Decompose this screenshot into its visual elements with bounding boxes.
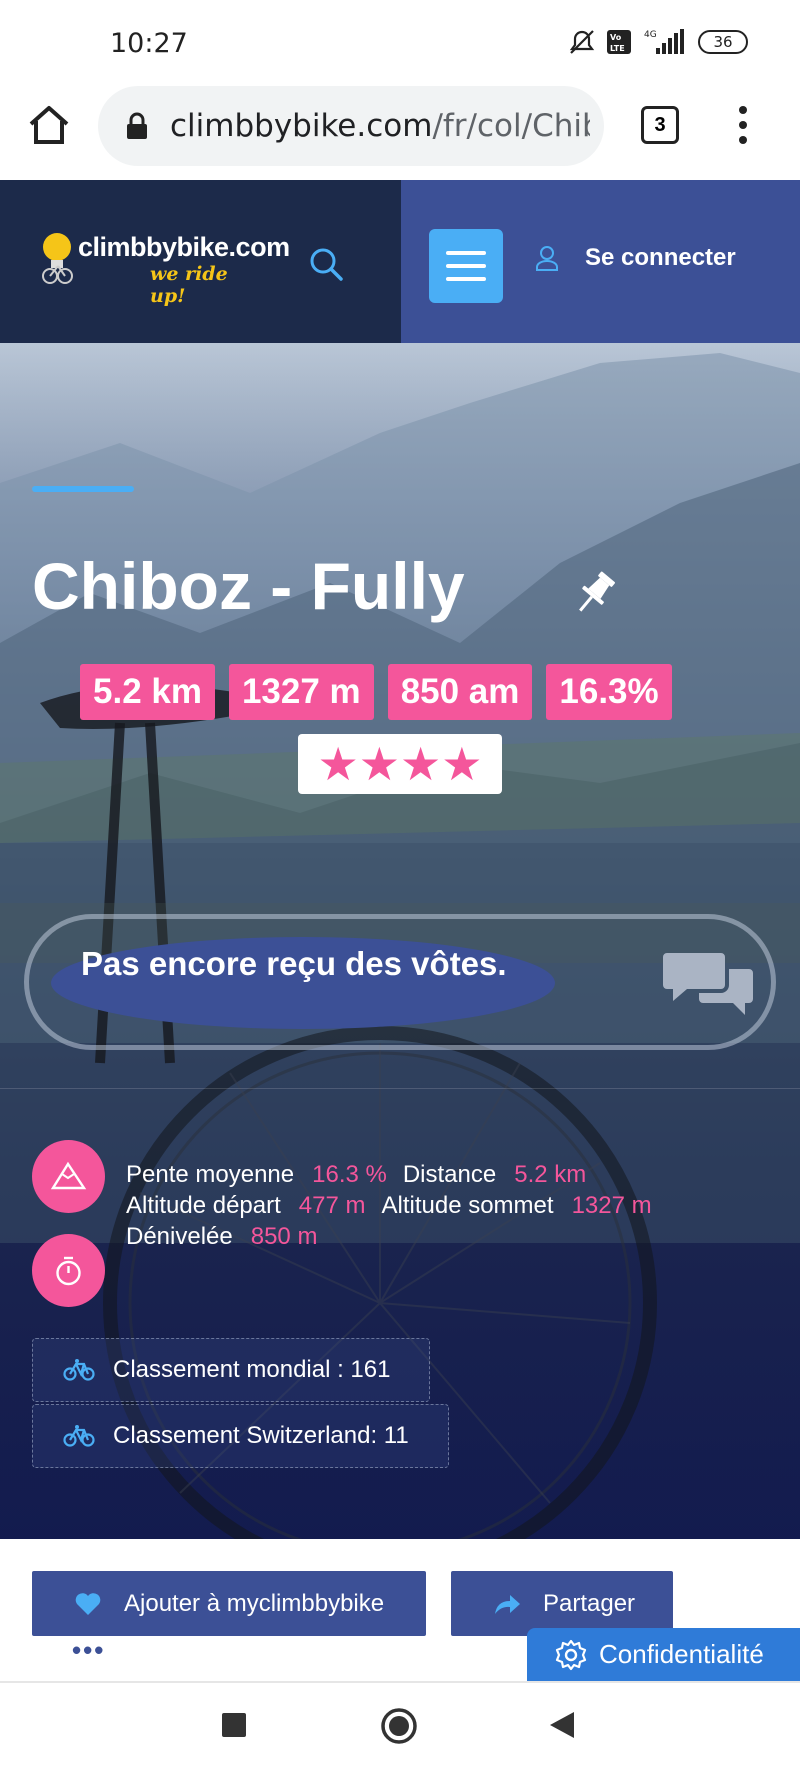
alt-sommet-value: 1327 m xyxy=(571,1192,652,1219)
hamburger-menu-button[interactable] xyxy=(429,229,503,303)
rating-stars: ★★★★ xyxy=(298,734,502,794)
logo-text: climbbybike.com xyxy=(78,232,290,262)
url-bar[interactable]: climbbybike.com/fr/col/Chib xyxy=(98,86,604,166)
browser-toolbar: climbbybike.com/fr/col/Chib 3 xyxy=(0,86,800,180)
vote-box: Pas encore reçu des vôtes. xyxy=(24,914,776,1050)
hamburger-bar xyxy=(446,277,486,281)
hero-section: Chiboz - Fully 5.2 km 1327 m 850 am 16.3… xyxy=(0,343,800,1539)
bicycle-icon xyxy=(63,1425,95,1447)
stat-distance-badge: 5.2 km xyxy=(80,664,215,720)
signal-icon: 4G xyxy=(644,29,684,54)
alt-sommet-label: Altitude sommet xyxy=(381,1192,554,1219)
url-text[interactable]: climbbybike.com/fr/col/Chib xyxy=(170,108,590,144)
url-domain: climbbybike.com xyxy=(170,108,433,144)
stat-altitude-badge: 1327 m xyxy=(228,664,374,720)
alt-depart-label: Altitude départ xyxy=(126,1192,281,1219)
tab-switcher-button[interactable]: 3 xyxy=(641,106,679,144)
hamburger-bar xyxy=(446,264,486,268)
denivelee-value: 850 m xyxy=(250,1223,318,1250)
status-icons: Vo LTE 4G 36 xyxy=(568,28,748,56)
share-button[interactable]: Partager xyxy=(451,1571,673,1636)
specs-row: Dénivelée 850 m xyxy=(126,1221,668,1252)
svg-text:LTE: LTE xyxy=(610,44,625,53)
status-time: 10:27 xyxy=(110,28,188,59)
ranking-country-label: Classement Switzerland: 11 xyxy=(113,1422,409,1449)
specs-row: Altitude départ 477 m Altitude sommet 1327 … xyxy=(126,1190,668,1221)
volte-icon: Vo LTE xyxy=(607,30,631,54)
stat-elevation-badge: 850 am xyxy=(387,664,533,720)
logo-tagline: we ride up! xyxy=(150,263,228,307)
pin-icon[interactable] xyxy=(570,568,620,618)
back-triangle-icon[interactable] xyxy=(548,1711,576,1739)
home-icon[interactable] xyxy=(26,102,72,148)
battery-icon: 36 xyxy=(698,30,748,54)
alt-depart-value: 477 m xyxy=(298,1192,366,1219)
login-link[interactable]: Se connecter xyxy=(535,244,736,272)
more-vert-icon[interactable] xyxy=(728,102,758,148)
hamburger-bar xyxy=(446,251,486,255)
pente-label: Pente moyenne xyxy=(126,1161,295,1188)
network-label: 4G xyxy=(644,30,657,40)
android-nav-bar xyxy=(0,1681,800,1778)
climb-specs: Pente moyenne 16.3 % Distance 5.2 km Altitu… xyxy=(126,1159,668,1252)
site-header: climbbybike.com we ride up! Se connecter xyxy=(0,180,800,343)
login-label: Se connecter xyxy=(585,244,736,271)
mute-icon xyxy=(569,30,595,54)
bicycle-icon xyxy=(63,1359,95,1381)
lock-icon xyxy=(127,112,147,139)
heart-icon xyxy=(75,1592,101,1615)
status-bar: 10:27 Vo LTE 4G 36 xyxy=(0,0,800,86)
header-right: Se connecter xyxy=(401,180,800,343)
recents-square-icon[interactable] xyxy=(222,1713,246,1737)
action-bar: Ajouter à myclimbbybike Partager ••• Con… xyxy=(0,1539,800,1681)
url-path: /fr/col/Chib xyxy=(432,108,590,144)
home-circle-icon[interactable] xyxy=(380,1707,418,1745)
specs-row: Pente moyenne 16.3 % Distance 5.2 km xyxy=(126,1159,668,1190)
search-icon[interactable] xyxy=(308,246,344,282)
svg-text:Vo: Vo xyxy=(610,33,622,42)
ranking-world-label: Classement mondial : 161 xyxy=(113,1356,391,1383)
ranking-world[interactable]: Classement mondial : 161 xyxy=(32,1338,430,1402)
vote-message: Pas encore reçu des vôtes. xyxy=(81,945,507,982)
comments-icon[interactable] xyxy=(663,949,753,1021)
pente-value: 16.3 % xyxy=(312,1161,387,1188)
bulb-logo-icon xyxy=(42,233,73,284)
add-favorite-label: Ajouter à myclimbbybike xyxy=(124,1589,385,1617)
header-left: climbbybike.com we ride up! xyxy=(0,180,401,343)
mountain-icon xyxy=(32,1140,105,1213)
add-favorite-button[interactable]: Ajouter à myclimbbybike xyxy=(32,1571,426,1636)
distance-value: 5.2 km xyxy=(514,1161,587,1188)
denivelee-label: Dénivelée xyxy=(126,1223,233,1250)
site-logo[interactable]: climbbybike.com we ride up! xyxy=(38,230,290,307)
gear-icon xyxy=(555,1639,587,1670)
privacy-button[interactable]: Confidentialité xyxy=(527,1628,800,1681)
stat-gradient-badge: 16.3% xyxy=(546,664,672,720)
share-label: Partager xyxy=(543,1589,636,1617)
climb-stats: 5.2 km 1327 m 850 am 16.3% xyxy=(80,664,672,720)
privacy-label: Confidentialité xyxy=(599,1639,764,1669)
ranking-country[interactable]: Classement Switzerland: 11 xyxy=(32,1404,449,1468)
more-dots[interactable]: ••• xyxy=(72,1635,105,1666)
user-icon xyxy=(536,246,558,271)
timer-icon xyxy=(32,1234,105,1307)
divider xyxy=(0,1088,800,1089)
title-accent-line xyxy=(32,486,134,492)
page-title: Chiboz - Fully xyxy=(32,549,465,623)
distance-label: Distance xyxy=(402,1161,497,1188)
share-arrow-icon xyxy=(495,1594,520,1614)
